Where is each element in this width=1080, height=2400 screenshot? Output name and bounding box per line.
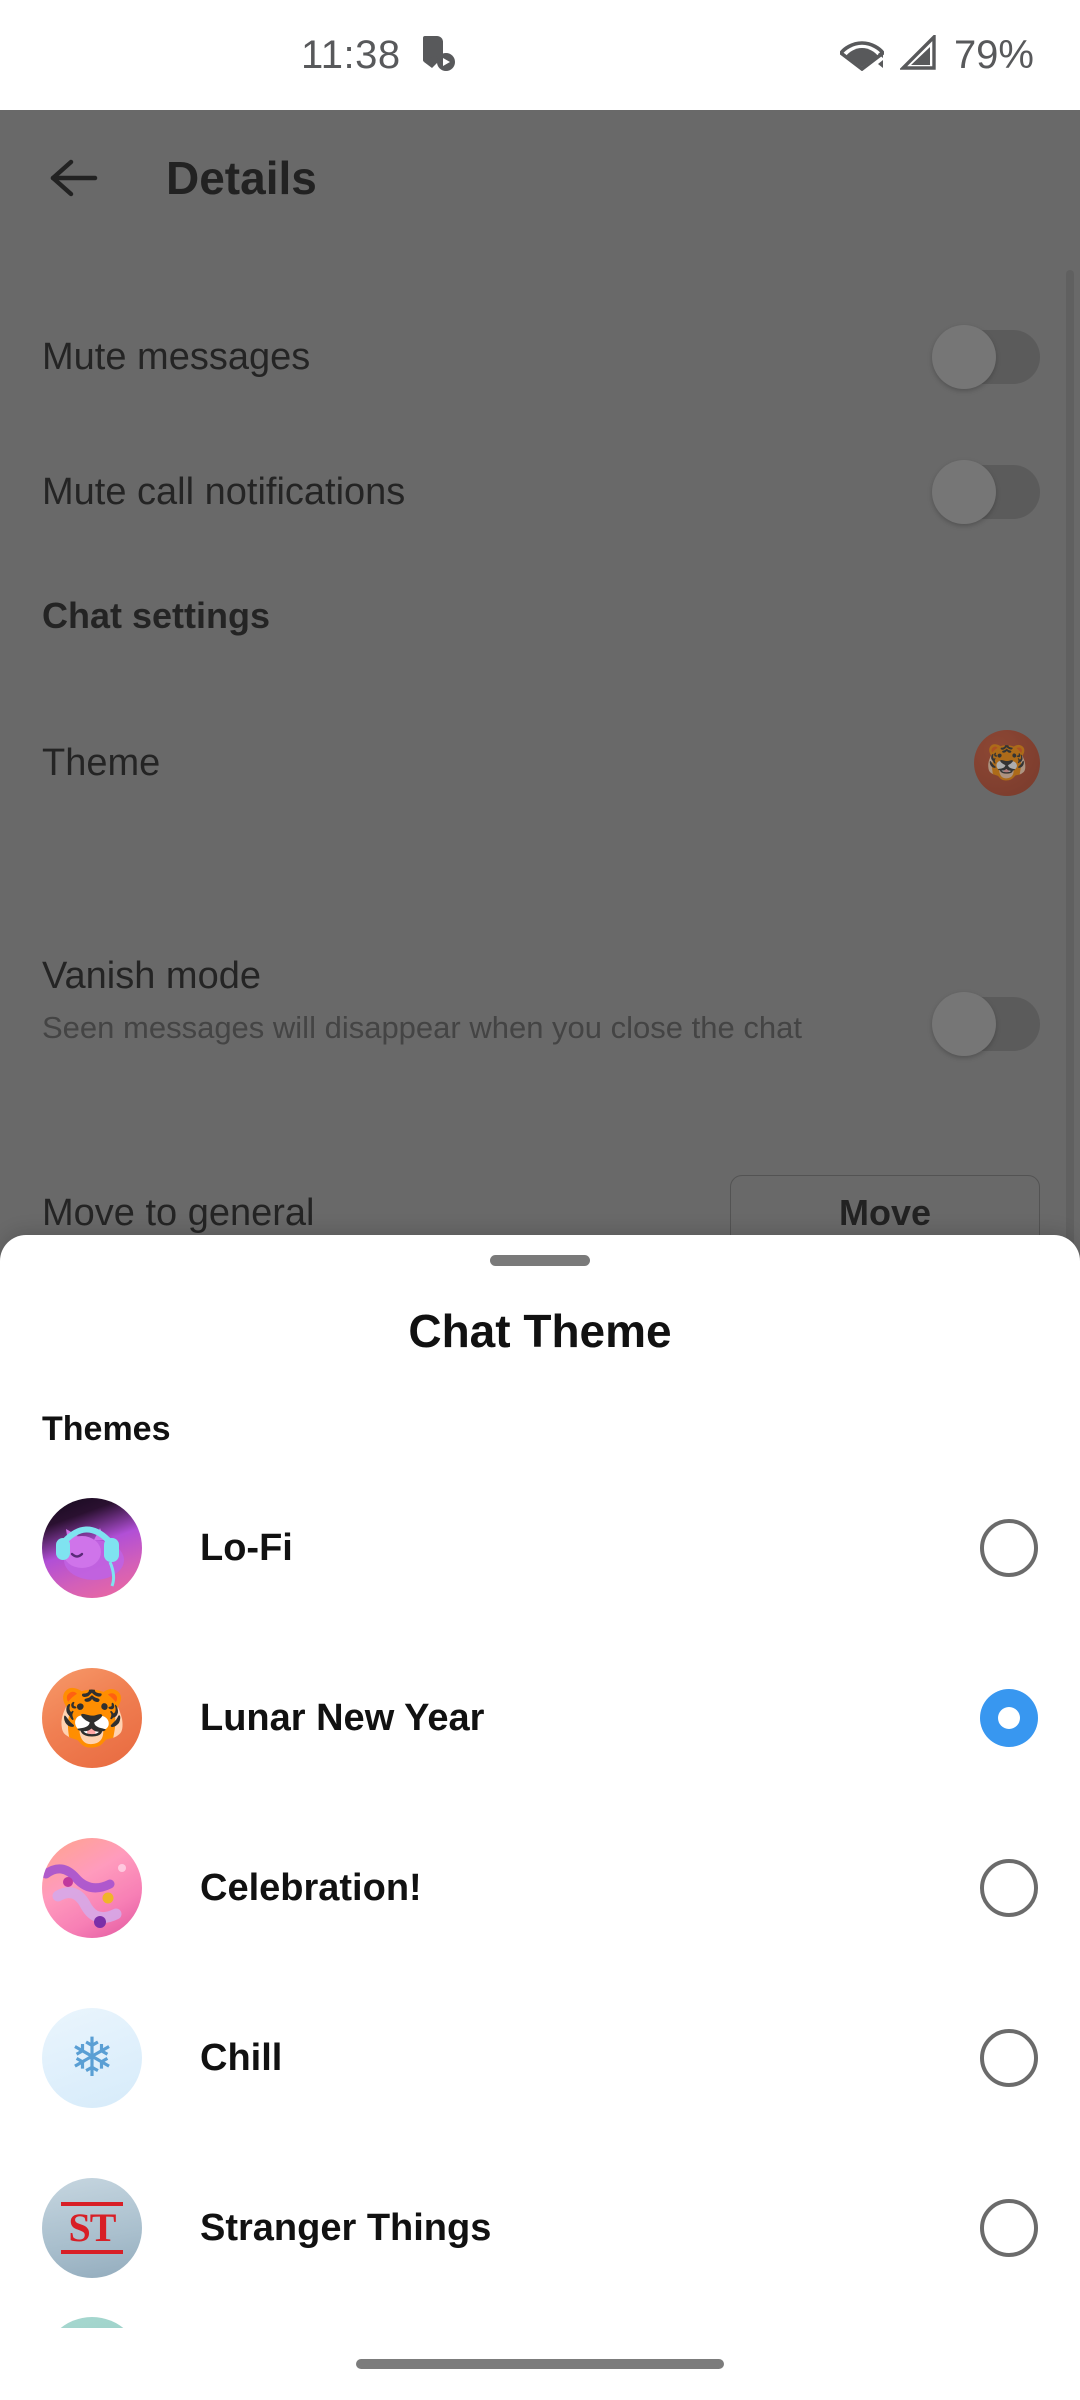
theme-name: Stranger Things xyxy=(200,2206,492,2249)
row-label: Move to general xyxy=(42,1191,315,1234)
chat-theme-bottom-sheet: Chat Theme Themes Lo-Fi 🐯 Lunar New Year… xyxy=(0,1235,1080,2400)
mute-messages-toggle[interactable] xyxy=(932,325,1040,389)
theme-row-chill[interactable]: ❄ Chill xyxy=(0,1973,1080,2143)
section-header-chat-settings: Chat settings xyxy=(42,595,1040,637)
home-indicator-pill[interactable] xyxy=(356,2359,724,2369)
row-theme[interactable]: Theme 🐯 xyxy=(42,730,1040,796)
row-label: Theme xyxy=(42,741,161,784)
stranger-things-logo-icon: ST xyxy=(60,2202,124,2254)
page-title: Details xyxy=(166,151,317,204)
mute-call-notifications-toggle[interactable] xyxy=(932,460,1040,524)
screen-record-icon xyxy=(419,32,457,79)
row-label: Mute messages xyxy=(42,335,311,378)
theme-row-lo-fi[interactable]: Lo-Fi xyxy=(0,1463,1080,1633)
theme-radio-lunar-new-year[interactable] xyxy=(980,1689,1038,1747)
theme-radio-lo-fi[interactable] xyxy=(980,1519,1038,1577)
status-time: 11:38 xyxy=(301,32,401,77)
cellular-signal-icon xyxy=(898,32,938,76)
current-theme-avatar-icon[interactable]: 🐯 xyxy=(974,730,1040,796)
chill-snowflake-avatar: ❄ xyxy=(42,2008,142,2108)
system-navigation-bar xyxy=(0,2328,1080,2400)
lunar-new-year-tiger-avatar: 🐯 xyxy=(42,1668,142,1768)
vanish-mode-toggle[interactable] xyxy=(932,992,1040,1056)
theme-name: Lunar New Year xyxy=(200,1696,485,1739)
row-mute-call-notifications[interactable]: Mute call notifications xyxy=(42,460,1040,524)
themes-section-label: Themes xyxy=(42,1410,171,1448)
row-label: Mute call notifications xyxy=(42,470,406,513)
toggle-knob xyxy=(932,325,996,389)
status-bar-right: 79% xyxy=(838,32,1034,78)
row-mute-messages[interactable]: Mute messages xyxy=(42,325,1040,389)
theme-radio-celebration[interactable] xyxy=(980,1859,1038,1917)
row-subtitle: Seen messages will disappear when you cl… xyxy=(42,1010,802,1045)
tiger-icon: 🐯 xyxy=(57,1686,127,1749)
snowflake-icon: ❄ xyxy=(69,2028,115,2088)
status-bar: 11:38 79% xyxy=(0,0,1080,110)
theme-name: Celebration! xyxy=(200,1866,422,1909)
theme-row-celebration[interactable]: Celebration! xyxy=(0,1803,1080,1973)
sheet-drag-handle[interactable] xyxy=(490,1255,590,1266)
wifi-icon xyxy=(838,35,886,76)
row-label: Vanish mode xyxy=(42,955,261,997)
details-header: Details xyxy=(0,110,1080,245)
sheet-title: Chat Theme xyxy=(408,1305,672,1357)
toggle-knob xyxy=(932,992,996,1056)
back-arrow-icon[interactable] xyxy=(42,145,108,211)
row-vanish-mode[interactable]: Vanish mode Seen messages will disappear… xyxy=(42,955,1040,1056)
scrollbar[interactable] xyxy=(1066,270,1074,1270)
theme-radio-chill[interactable] xyxy=(980,2029,1038,2087)
theme-name: Chill xyxy=(200,2036,283,2079)
theme-row-lunar-new-year[interactable]: 🐯 Lunar New Year xyxy=(0,1633,1080,1803)
status-bar-left: 11:38 xyxy=(301,32,457,79)
stranger-things-logo-avatar: ST xyxy=(42,2178,142,2278)
battery-percent: 79% xyxy=(953,32,1034,77)
celebration-balloons-avatar xyxy=(42,1838,142,1938)
theme-list: Lo-Fi 🐯 Lunar New Year Celebration! ❄ Ch… xyxy=(0,1463,1080,2400)
theme-name: Lo-Fi xyxy=(200,1526,293,1569)
section-label: Chat settings xyxy=(42,595,271,636)
theme-radio-stranger-things[interactable] xyxy=(980,2199,1038,2257)
toggle-knob xyxy=(932,460,996,524)
lofi-cat-headphones-avatar xyxy=(42,1498,142,1598)
theme-row-stranger-things[interactable]: ST Stranger Things xyxy=(0,2143,1080,2313)
